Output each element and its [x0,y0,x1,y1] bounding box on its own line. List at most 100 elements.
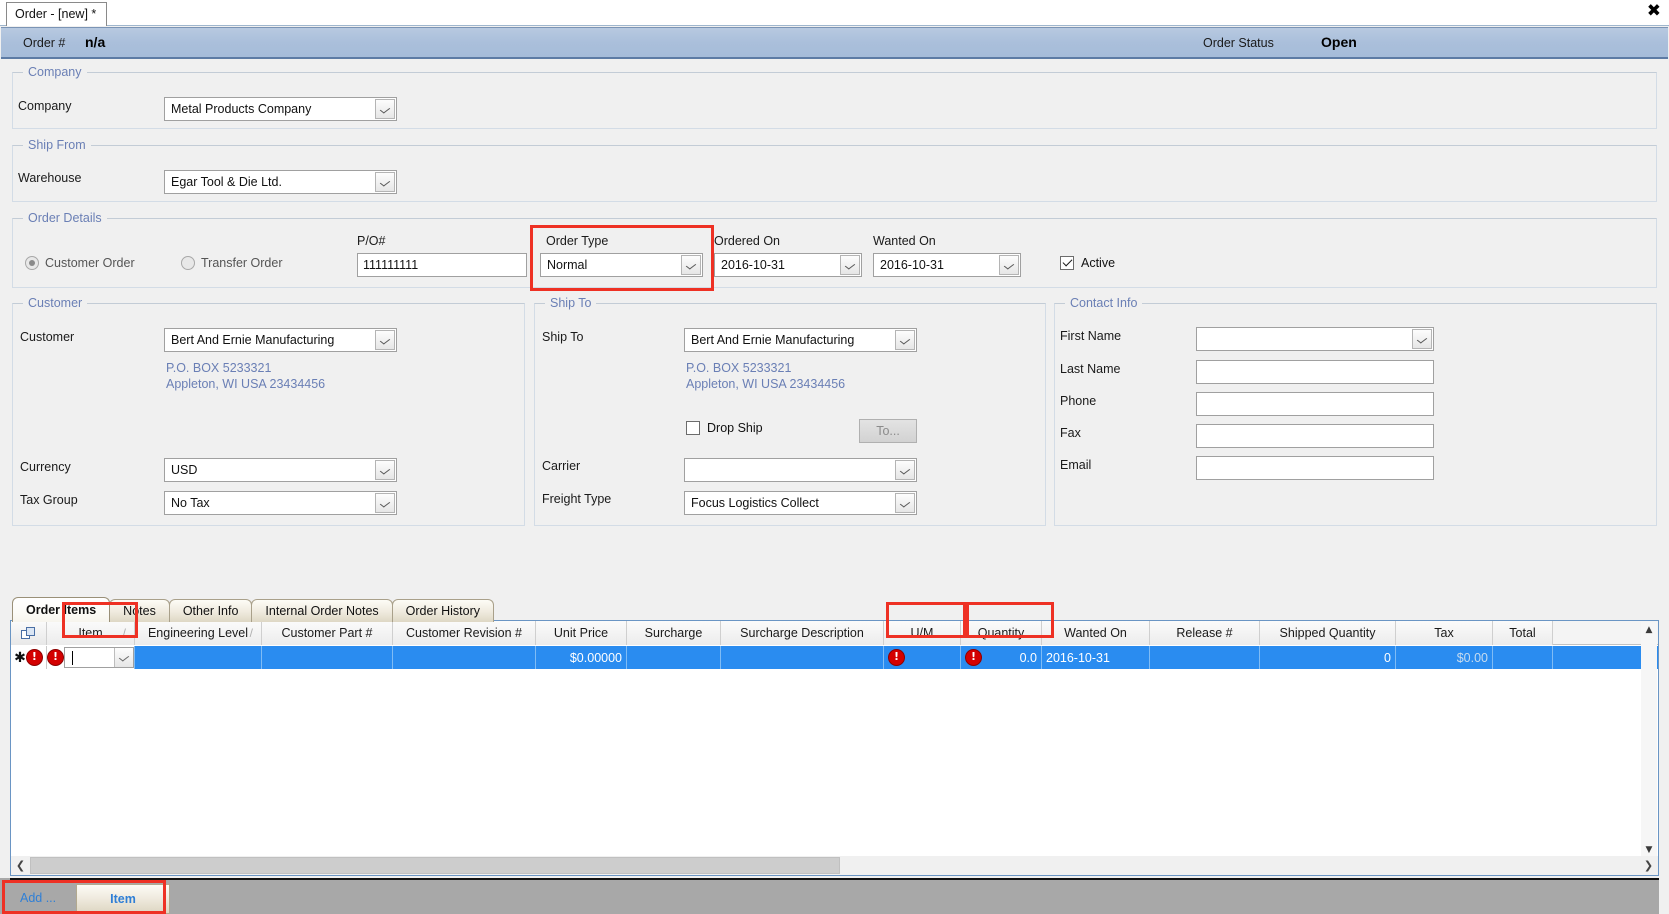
company-combobox[interactable]: Metal Products Company [164,97,397,121]
chevron-down-icon[interactable] [681,255,701,275]
tab-order-history[interactable]: Order History [391,599,494,622]
tab-order-items[interactable]: Order Items [12,597,111,622]
column-header-release[interactable]: Release # [1150,621,1260,645]
ship-to-combobox[interactable]: Bert And Ernie Manufacturing [684,328,917,352]
chevron-down-icon[interactable] [375,460,395,480]
column-header-unit-price[interactable]: Unit Price [536,621,627,645]
error-icon[interactable]: ! [888,649,905,666]
email-label: Email [1060,458,1092,472]
chevron-down-icon[interactable] [895,493,915,513]
customer-order-radio[interactable]: Customer Order [25,256,135,271]
cell-customer-revision[interactable] [393,646,536,669]
chevron-down-icon[interactable] [840,255,860,275]
cell-engineering-level[interactable] [135,646,262,669]
hscroll-trough[interactable] [840,857,1639,874]
chevron-down-icon[interactable] [999,255,1019,275]
chevron-down-icon[interactable] [895,460,915,480]
fax-label: Fax [1060,426,1081,440]
cell-total[interactable] [1493,646,1553,669]
cell-release[interactable] [1150,646,1260,669]
cell-wanted-on[interactable]: 2016-10-31 [1042,646,1150,669]
chevron-down-icon[interactable] [375,99,395,119]
cell-shipped-quantity[interactable]: 0 [1260,646,1396,669]
cell-um[interactable]: ! [884,646,961,669]
fax-input[interactable] [1196,424,1434,448]
active-checkbox[interactable]: Active [1060,256,1115,271]
wanted-on-datepicker[interactable]: 2016-10-31 [873,253,1021,277]
cell-tax-value: $0.00 [1456,650,1488,665]
tab-label: Notes [123,604,156,618]
chevron-left-icon[interactable]: ❮ [11,856,30,875]
close-icon[interactable]: ✖ [1647,3,1661,20]
column-header-quantity[interactable]: Quantity [961,621,1042,645]
column-header-um[interactable]: U/M [884,621,961,645]
customer-order-radio-label: Customer Order [45,256,135,270]
tab-internal-order-notes[interactable]: Internal Order Notes [251,599,393,622]
email-input[interactable] [1196,456,1434,480]
cell-quantity[interactable]: ! 0.0 [961,646,1042,669]
table-row[interactable]: ✱!! $0.00000!! 0.0 2016-10-31 0 $0.00 [11,646,1658,669]
order-entry-window: Order - [new] * ✖ Order # n/a Order Stat… [0,0,1669,914]
chevron-down-icon[interactable] [1412,329,1432,349]
phone-label: Phone [1060,394,1097,408]
cell-customer-part[interactable] [262,646,393,669]
cell-tax[interactable]: $0.00 [1396,646,1493,669]
column-header-row-selector[interactable] [11,621,47,645]
cell-item[interactable]: ! [47,646,135,669]
cell-surcharge[interactable] [627,646,721,669]
column-header-customer-part[interactable]: Customer Part # [262,621,393,645]
last-name-input[interactable] [1196,360,1434,384]
order-type-label: Order Type [546,234,609,248]
column-header-surcharge-description[interactable]: Surcharge Description [721,621,884,645]
column-header-total[interactable]: Total [1493,621,1553,645]
carrier-combobox[interactable] [684,458,917,482]
freight-type-combobox[interactable]: Focus Logistics Collect [684,491,917,515]
order-status-value: Open [1321,34,1357,50]
column-header-wanted-on[interactable]: Wanted On [1042,621,1150,645]
phone-input[interactable] [1196,392,1434,416]
drop-ship-to-button[interactable]: To... [859,419,917,443]
column-header-tax[interactable]: Tax [1396,621,1493,645]
tab-notes[interactable]: Notes [109,599,170,622]
warehouse-combobox[interactable]: Egar Tool & Die Ltd. [164,170,397,194]
column-header-surcharge[interactable]: Surcharge [627,621,721,645]
wanted-on-value: 2016-10-31 [880,258,944,272]
row-indicator[interactable]: ✱! [11,646,47,669]
column-header-shipped-quantity[interactable]: Shipped Quantity [1260,621,1396,645]
column-header-item[interactable]: Item [47,621,135,645]
cell-unit-price[interactable]: $0.00000 [536,646,627,669]
error-icon[interactable]: ! [47,649,64,666]
first-name-combobox[interactable] [1196,327,1434,351]
order-type-combobox[interactable]: Normal [540,253,703,277]
hscroll-thumb[interactable] [30,857,840,874]
grid-horizontal-scrollbar[interactable]: ❮ ❯ [10,856,1659,876]
ordered-on-datepicker[interactable]: 2016-10-31 [714,253,862,277]
po-number-input[interactable]: 111111111 [357,253,527,277]
column-header-label: Item [78,626,103,640]
drop-ship-checkbox[interactable]: Drop Ship [686,421,763,436]
company-label: Company [18,99,72,113]
chevron-down-icon[interactable] [895,330,915,350]
chevron-down-icon[interactable] [114,648,133,667]
add-item-button[interactable]: Item [76,884,170,914]
tab-other-info[interactable]: Other Info [168,599,253,622]
error-icon[interactable]: ! [25,649,43,666]
column-header-engineering-level[interactable]: Engineering Level [135,621,262,645]
chevron-right-icon[interactable]: ❯ [1639,856,1658,875]
error-icon[interactable]: ! [965,649,982,666]
chevron-up-icon[interactable]: ▲ [1641,622,1657,638]
item-editor[interactable] [64,647,134,668]
currency-combobox[interactable]: USD [164,458,397,482]
tax-group-combobox[interactable]: No Tax [164,491,397,515]
chevron-down-icon[interactable] [375,172,395,192]
document-tab-order-new[interactable]: Order - [new] * [6,2,108,26]
customer-combobox[interactable]: Bert And Ernie Manufacturing [164,328,397,352]
column-header-customer-revision[interactable]: Customer Revision # [393,621,536,645]
transfer-order-radio[interactable]: Transfer Order [181,256,283,271]
chevron-down-icon[interactable] [375,330,395,350]
grid-selector-icon[interactable] [21,626,36,640]
grid-vertical-scrollbar[interactable]: ▲ ▼ [1641,622,1657,858]
chevron-down-icon[interactable] [375,493,395,513]
order-items-grid: Item Engineering Level Customer Part # Cust… [10,620,1659,860]
cell-surcharge-description[interactable] [721,646,884,669]
